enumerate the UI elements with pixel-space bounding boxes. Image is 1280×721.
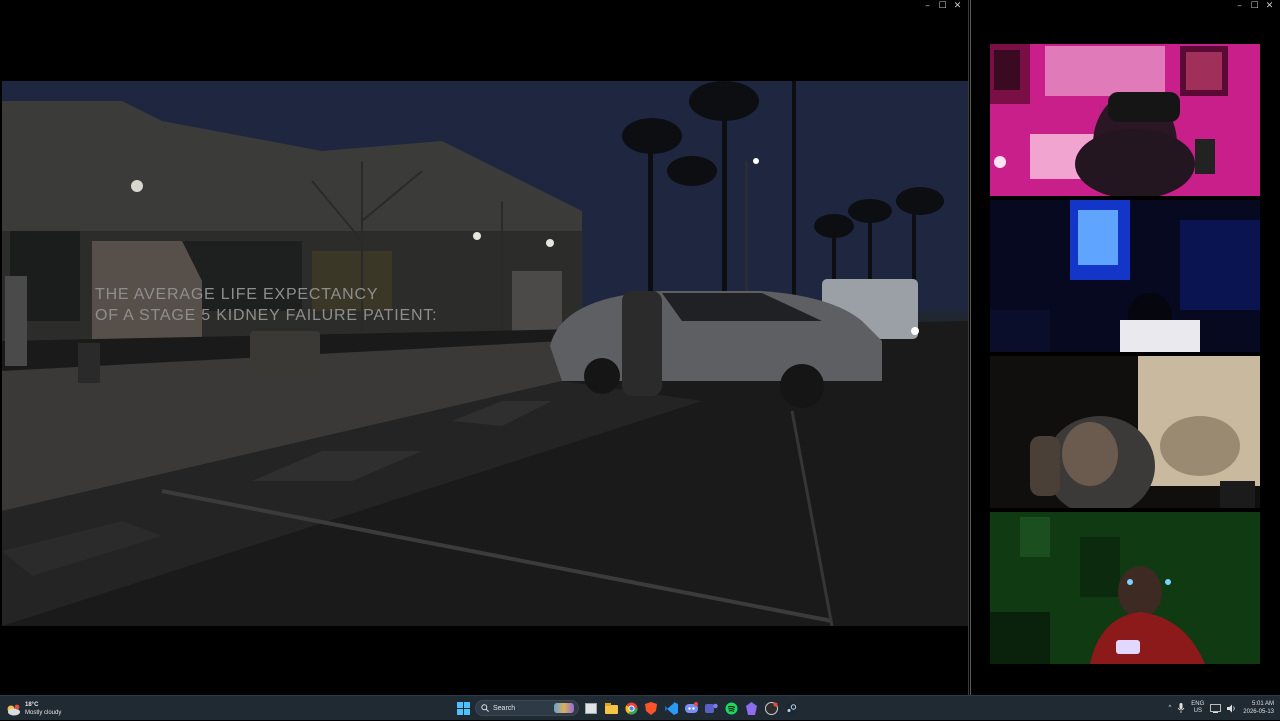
caption-line-2: OF A STAGE 5 KIDNEY FAILURE PATIENT: xyxy=(95,307,438,324)
participant-video-blue-room xyxy=(990,200,1260,352)
brave-icon[interactable] xyxy=(643,700,659,716)
participant-tile-1[interactable] xyxy=(990,44,1260,196)
close-button[interactable]: ✕ xyxy=(1262,1,1277,12)
participant-tile-2[interactable] xyxy=(990,200,1260,352)
search-highlight-art xyxy=(554,703,574,713)
chevron-up-icon[interactable]: ^ xyxy=(1168,705,1171,711)
right-window-controls: – ☐ ✕ xyxy=(1232,1,1277,12)
windows-start-icon[interactable] xyxy=(455,700,471,716)
file-explorer-icon[interactable] xyxy=(603,700,619,716)
weather-description: Mostly cloudy xyxy=(25,709,62,716)
maximize-button[interactable]: ☐ xyxy=(935,1,950,12)
clock-time: 5:01 AM xyxy=(1251,701,1274,707)
video-frame[interactable]: THE AVERAGE LIFE EXPECTANCY OF A STAGE 5… xyxy=(2,81,968,626)
minimize-button[interactable]: – xyxy=(920,1,935,12)
github-desktop-icon[interactable] xyxy=(763,700,779,716)
participant-video-pink-room xyxy=(990,44,1260,196)
cloudy-weather-icon xyxy=(6,703,20,715)
weather-temperature: 18°C xyxy=(25,701,39,708)
obsidian-icon[interactable] xyxy=(743,700,759,716)
minimize-button[interactable]: – xyxy=(1232,1,1247,12)
video-caption: THE AVERAGE LIFE EXPECTANCY OF A STAGE 5… xyxy=(95,284,437,326)
taskbar-apps: Search xyxy=(455,697,799,719)
vscode-icon[interactable] xyxy=(663,700,679,716)
night-parking-lot-scene xyxy=(2,81,968,626)
weather-widget[interactable]: 18°C Mostly cloudy xyxy=(6,698,61,719)
volume-icon[interactable] xyxy=(1227,704,1237,713)
participant-tile-4[interactable] xyxy=(990,512,1260,664)
windows-taskbar: 18°C Mostly cloudy Search ^ ENG US 5:01 … xyxy=(0,695,1280,720)
clock-date: 2026-05-13 xyxy=(1243,709,1274,715)
spotify-icon[interactable] xyxy=(723,700,739,716)
participant-video-green-room xyxy=(990,512,1260,664)
participant-video-dark-room xyxy=(990,356,1260,508)
maximize-button[interactable]: ☐ xyxy=(1247,1,1262,12)
microphone-icon[interactable] xyxy=(1177,703,1185,713)
region-code: US xyxy=(1193,708,1202,714)
search-icon xyxy=(481,704,489,712)
left-window-controls: – ☐ ✕ xyxy=(920,1,965,12)
participant-tile-3[interactable] xyxy=(990,356,1260,508)
language-code: ENG xyxy=(1191,701,1205,707)
steam-icon[interactable] xyxy=(783,700,799,716)
caption-line-1: THE AVERAGE LIFE EXPECTANCY xyxy=(95,286,379,303)
language-indicator[interactable]: ENG US xyxy=(1191,701,1204,715)
system-tray: ^ ENG US 5:01 AM 2026-05-13 xyxy=(1168,697,1274,719)
teams-icon[interactable] xyxy=(703,700,719,716)
network-icon[interactable] xyxy=(1210,703,1222,713)
clock[interactable]: 5:01 AM 2026-05-13 xyxy=(1243,700,1274,716)
search-label: Search xyxy=(493,704,516,712)
close-button[interactable]: ✕ xyxy=(950,1,965,12)
task-view-icon[interactable] xyxy=(583,700,599,716)
video-window: – ☐ ✕ THE AVERAGE LIFE EXPECTANCY OF A S… xyxy=(0,0,969,695)
discord-icon[interactable] xyxy=(683,700,699,716)
taskbar-search-box[interactable]: Search xyxy=(475,700,579,716)
chrome-icon[interactable] xyxy=(623,700,639,716)
